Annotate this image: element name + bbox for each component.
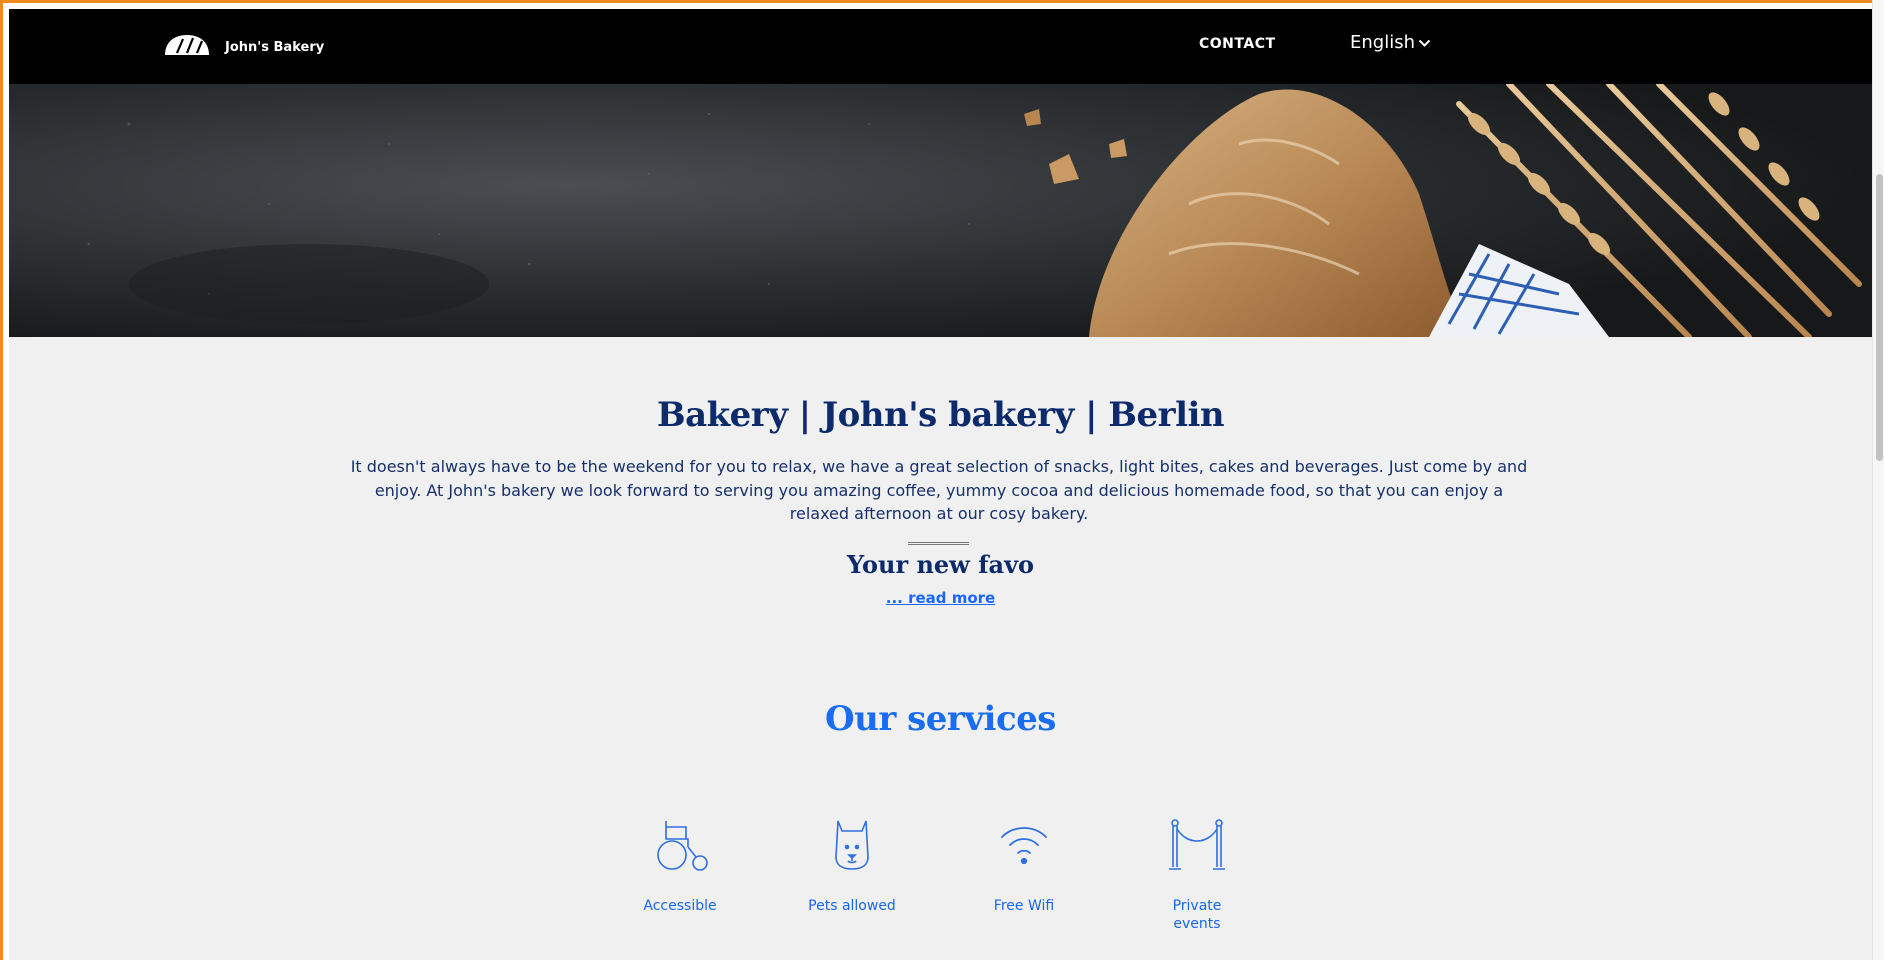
service-label: Pets allowed (808, 898, 896, 914)
service-label: Private events (1172, 898, 1222, 932)
wifi-icon (964, 817, 1084, 873)
nav-contact-link[interactable]: CONTACT (1199, 36, 1276, 52)
page: John's Bakery CONTACT English Bakery | J… (9, 9, 1872, 960)
chevron-down-icon (1415, 32, 1431, 53)
intro-text: It doesn't always have to be the weekend… (350, 457, 1528, 523)
language-selector[interactable]: English (1350, 32, 1431, 53)
language-label: English (1350, 32, 1415, 53)
logo-text: John's Bakery (225, 40, 325, 55)
services-title: Our services (825, 699, 1056, 739)
dog-icon (792, 817, 912, 873)
service-wifi: Free Wifi (964, 817, 1084, 915)
rope-barrier-icon (1137, 817, 1257, 873)
scrollbar-thumb[interactable] (1876, 174, 1883, 461)
scrollbar[interactable] (1872, 0, 1884, 960)
site-header: John's Bakery CONTACT English (9, 9, 1872, 84)
wheelchair-icon (620, 817, 740, 873)
service-pets: Pets allowed (792, 817, 912, 915)
page-title: Bakery | John's bakery | Berlin (656, 395, 1225, 435)
favorite-subtitle: Your new favo (846, 550, 1035, 579)
service-label: Accessible (643, 898, 717, 914)
hero-image (9, 84, 1872, 337)
service-label: Free Wifi (993, 898, 1055, 914)
service-private-events: Private events (1137, 817, 1257, 933)
service-accessible: Accessible (620, 817, 740, 915)
divider (908, 542, 969, 545)
bread-logo-icon (163, 33, 211, 62)
read-more-link[interactable]: ... read more (9, 589, 1872, 607)
logo[interactable]: John's Bakery (163, 33, 324, 62)
